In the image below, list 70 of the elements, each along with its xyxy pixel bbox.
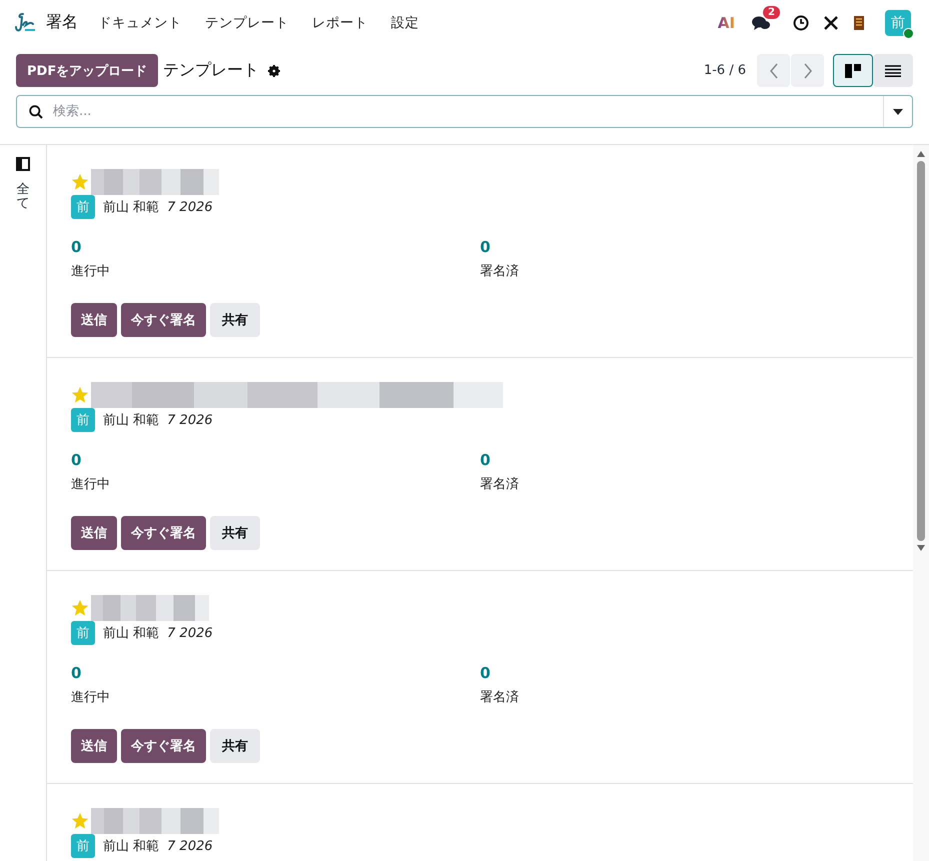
- menu-item[interactable]: ドキュメント: [98, 14, 182, 32]
- in-progress-label: 進行中: [71, 476, 111, 493]
- upload-pdf-button[interactable]: PDFをアップロード: [16, 54, 158, 87]
- action-button[interactable]: 送信: [71, 516, 117, 550]
- author-avatar: 前: [71, 834, 95, 858]
- template-card[interactable]: 前 前山 和範 7 2026 0 進行中 0 署名済 送信 今すぐ署名 共有: [47, 571, 913, 784]
- in-progress-label: 進行中: [71, 263, 111, 280]
- kanban-view-button[interactable]: [833, 54, 873, 87]
- breadcrumb-title: テンプレート: [163, 60, 260, 81]
- action-button[interactable]: 送信: [71, 729, 117, 763]
- star-icon[interactable]: [71, 599, 89, 617]
- template-card[interactable]: 前 前山 和範 7 2026: [47, 784, 913, 861]
- settings-icon[interactable]: [268, 64, 280, 76]
- signed-count[interactable]: 0: [480, 664, 889, 682]
- author-name: 前山 和範: [103, 838, 160, 855]
- author-name: 前山 和範: [103, 199, 160, 216]
- in-progress-count[interactable]: 0: [71, 238, 480, 256]
- share-button[interactable]: 共有: [210, 516, 260, 550]
- template-date: 7 2026: [167, 200, 213, 214]
- clock-icon[interactable]: [793, 14, 809, 30]
- list-icon: [885, 64, 901, 76]
- kanban-icon: [845, 64, 861, 78]
- all-filter-label[interactable]: 全て: [16, 183, 30, 212]
- star-icon[interactable]: [71, 812, 89, 830]
- message-count-badge: 2: [763, 6, 780, 18]
- menu-item[interactable]: 設定: [391, 14, 419, 32]
- star-icon[interactable]: [71, 386, 89, 404]
- app-name[interactable]: 署名: [46, 12, 78, 33]
- author-name: 前山 和範: [103, 412, 160, 429]
- chevron-left-icon: [768, 62, 778, 78]
- template-card[interactable]: 前 前山 和範 7 2026 0 進行中 0 署名済 送信 今すぐ署名 共有: [47, 358, 913, 571]
- action-button[interactable]: 送信: [71, 303, 117, 337]
- author-avatar: 前: [71, 195, 95, 219]
- action-button[interactable]: 今すぐ署名: [121, 729, 206, 763]
- star-icon[interactable]: [71, 173, 89, 191]
- share-button[interactable]: 共有: [210, 729, 260, 763]
- in-progress-label: 進行中: [71, 689, 111, 706]
- search-icon: [29, 104, 43, 118]
- signed-label: 署名済: [480, 476, 520, 493]
- action-button[interactable]: 今すぐ署名: [121, 303, 206, 337]
- building-icon[interactable]: [853, 14, 865, 30]
- scroll-down-arrow-icon[interactable]: [917, 545, 925, 551]
- pager-value: 1-6 / 6: [704, 63, 746, 78]
- author-avatar: 前: [71, 408, 95, 432]
- chat-bubbles-icon[interactable]: [751, 14, 771, 32]
- share-button[interactable]: 共有: [210, 303, 260, 337]
- author-avatar: 前: [71, 621, 95, 645]
- template-card[interactable]: 前 前山 和範 7 2026 0 進行中 0 署名済 送信 今すぐ署名 共有: [47, 145, 913, 358]
- in-progress-count[interactable]: 0: [71, 451, 480, 469]
- template-date: 7 2026: [167, 626, 213, 640]
- template-date: 7 2026: [167, 838, 213, 854]
- signature-logo-icon[interactable]: [14, 12, 36, 34]
- signed-label: 署名済: [480, 689, 520, 706]
- template-date: 7 2026: [167, 412, 213, 428]
- in-progress-count[interactable]: 0: [71, 664, 480, 682]
- signed-label: 署名済: [480, 263, 520, 280]
- scroll-up-arrow-icon[interactable]: [917, 151, 925, 157]
- menu-item[interactable]: レポート: [312, 14, 368, 32]
- signed-count[interactable]: 0: [480, 451, 889, 469]
- menu-item[interactable]: テンプレート: [205, 14, 289, 32]
- chevron-right-icon: [802, 62, 812, 78]
- list-view-button[interactable]: [873, 54, 913, 87]
- sidebar-toggle-icon[interactable]: [16, 157, 30, 171]
- search-input[interactable]: 検索...: [51, 103, 875, 120]
- signed-count[interactable]: 0: [480, 238, 889, 256]
- scrollbar[interactable]: [913, 145, 929, 861]
- author-name: 前山 和範: [103, 625, 160, 642]
- caret-down-icon: [893, 108, 903, 114]
- search-field[interactable]: 検索...: [16, 95, 913, 128]
- action-button[interactable]: 今すぐ署名: [121, 516, 206, 550]
